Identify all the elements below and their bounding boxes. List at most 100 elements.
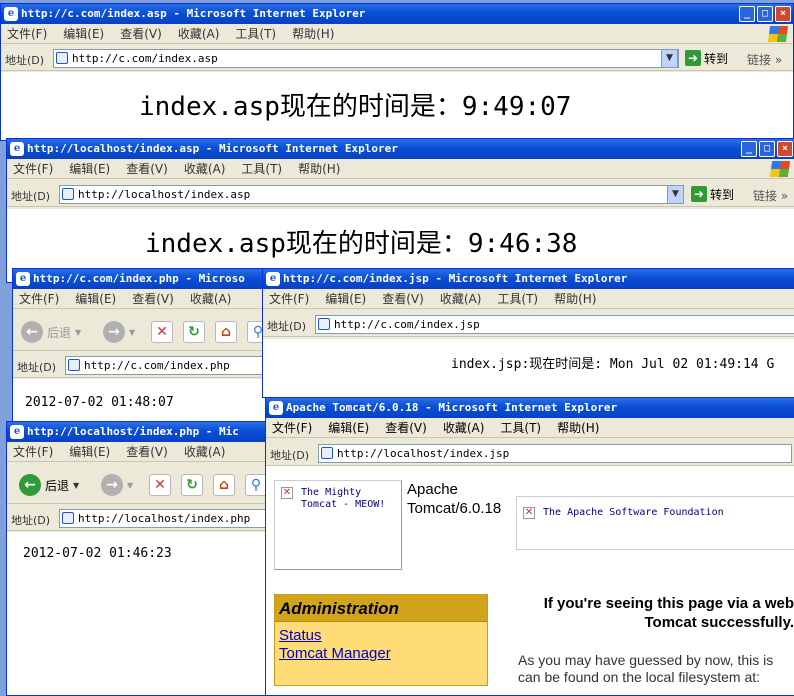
back-arrow-icon: ← bbox=[19, 474, 41, 496]
back-arrow-icon: ← bbox=[21, 321, 43, 343]
close-button[interactable]: × bbox=[775, 6, 791, 22]
title-bar[interactable]: e http://c.com/index.jsp - Microsoft Inte… bbox=[263, 269, 794, 289]
menu-favorites[interactable]: 收藏(A) bbox=[190, 292, 232, 306]
go-button[interactable]: ➜ 转到 bbox=[685, 50, 728, 68]
title-bar[interactable]: e http://localhost/index.php - Mic bbox=[7, 422, 269, 442]
forward-button[interactable]: → ▼ bbox=[101, 474, 133, 496]
address-label: 地址(D) bbox=[270, 449, 310, 462]
address-dropdown-button[interactable]: ▼ bbox=[667, 185, 684, 204]
menu-file[interactable]: 文件(F) bbox=[7, 27, 47, 41]
address-input[interactable]: http://c.com/index.php bbox=[65, 356, 271, 375]
stop-icon[interactable]: ✕ bbox=[149, 474, 171, 496]
back-button[interactable]: ← 后退 ▼ bbox=[21, 321, 81, 343]
search-icon[interactable]: ⚲ bbox=[245, 474, 267, 496]
links-label: 链接 bbox=[753, 189, 778, 203]
address-label: 地址(D) bbox=[11, 190, 51, 203]
title-bar[interactable]: e Apache Tomcat/6.0.18 - Microsoft Intern… bbox=[266, 398, 794, 418]
menu-favorites[interactable]: 收藏(A) bbox=[178, 27, 220, 41]
home-icon[interactable]: ⌂ bbox=[213, 474, 235, 496]
status-link[interactable]: Status bbox=[279, 627, 487, 645]
window-title: Apache Tomcat/6.0.18 - Microsoft Interne… bbox=[286, 401, 618, 414]
go-label: 转到 bbox=[704, 52, 729, 66]
page-icon bbox=[56, 52, 68, 64]
refresh-icon[interactable]: ↻ bbox=[183, 321, 205, 343]
close-button[interactable]: × bbox=[777, 141, 793, 157]
stop-icon[interactable]: ✕ bbox=[151, 321, 173, 343]
menu-view[interactable]: 查看(V) bbox=[126, 162, 168, 176]
address-url: http://c.com/index.php bbox=[84, 359, 230, 372]
menu-edit[interactable]: 编辑(E) bbox=[63, 27, 104, 41]
go-button[interactable]: ➜ 转到 bbox=[691, 186, 734, 204]
tomcat-heading: Apache Tomcat/6.0.18 bbox=[407, 481, 502, 517]
tomcat-logo-broken-image: ✕ The Mighty Tomcat - MEOW! bbox=[274, 480, 402, 570]
address-dropdown-button[interactable]: ▼ bbox=[661, 49, 678, 68]
page-icon bbox=[62, 188, 74, 200]
address-input[interactable]: http://c.com/index.asp bbox=[53, 49, 679, 68]
forward-button[interactable]: → ▼ bbox=[103, 321, 135, 343]
forward-arrow-icon: → bbox=[101, 474, 123, 496]
menu-tools[interactable]: 工具(T) bbox=[241, 162, 282, 176]
menu-edit[interactable]: 编辑(E) bbox=[75, 292, 116, 306]
menu-view[interactable]: 查看(V) bbox=[120, 27, 162, 41]
menu-favorites[interactable]: 收藏(A) bbox=[440, 292, 482, 306]
menu-edit[interactable]: 编辑(E) bbox=[69, 445, 110, 459]
menu-file[interactable]: 文件(F) bbox=[13, 445, 53, 459]
menu-file[interactable]: 文件(F) bbox=[269, 292, 309, 306]
tomcat-manager-link[interactable]: Tomcat Manager bbox=[279, 645, 487, 663]
title-bar[interactable]: e http://c.com/index.php - Microso bbox=[13, 269, 271, 289]
menu-bar: 文件(F) 编辑(E) 查看(V) 收藏(A) 工具(T) 帮助(H) bbox=[7, 159, 794, 179]
menu-favorites[interactable]: 收藏(A) bbox=[184, 445, 226, 459]
address-input[interactable]: http://c.com/index.jsp bbox=[315, 315, 794, 334]
menu-view[interactable]: 查看(V) bbox=[385, 421, 427, 435]
menu-view[interactable]: 查看(V) bbox=[132, 292, 174, 306]
menu-tools[interactable]: 工具(T) bbox=[500, 421, 541, 435]
address-input[interactable]: http://localhost/index.asp bbox=[59, 185, 681, 204]
menu-help[interactable]: 帮助(H) bbox=[557, 421, 599, 435]
menu-favorites[interactable]: 收藏(A) bbox=[184, 162, 226, 176]
menu-edit[interactable]: 编辑(E) bbox=[69, 162, 110, 176]
address-input[interactable]: http://localhost/index.jsp bbox=[318, 444, 792, 463]
go-arrow-icon: ➜ bbox=[691, 186, 707, 202]
minimize-button[interactable]: _ bbox=[739, 6, 755, 22]
toolbar: ← 后退 ▼ → ▼ ✕ ↻ ⌂ ⚲ bbox=[7, 466, 269, 504]
menu-help[interactable]: 帮助(H) bbox=[298, 162, 340, 176]
menu-help[interactable]: 帮助(H) bbox=[292, 27, 334, 41]
ie-icon: e bbox=[266, 272, 280, 286]
windows-logo-icon bbox=[767, 26, 789, 42]
menu-tools[interactable]: 工具(T) bbox=[235, 27, 276, 41]
menu-view[interactable]: 查看(V) bbox=[126, 445, 168, 459]
window-title: http://c.com/index.jsp - Microsoft Inter… bbox=[283, 272, 628, 285]
menu-tools[interactable]: 工具(T) bbox=[497, 292, 538, 306]
ie-window-c-jsp: e http://c.com/index.jsp - Microsoft Inte… bbox=[262, 268, 794, 398]
home-icon[interactable]: ⌂ bbox=[215, 321, 237, 343]
minimize-button[interactable]: _ bbox=[741, 141, 757, 157]
title-bar[interactable]: e http://c.com/index.asp - Microsoft Inte… bbox=[1, 4, 793, 24]
links-button[interactable]: 链接 » bbox=[753, 187, 788, 204]
back-label: 后退 bbox=[45, 478, 70, 493]
menu-file[interactable]: 文件(F) bbox=[19, 292, 59, 306]
maximize-button[interactable]: □ bbox=[757, 6, 773, 22]
page-content: 2012-07-02 01:48:07 bbox=[13, 379, 271, 427]
broken-image-icon: ✕ bbox=[523, 507, 535, 519]
ie-icon: e bbox=[269, 401, 283, 415]
window-title: http://localhost/index.php - Mic bbox=[27, 425, 239, 438]
refresh-icon[interactable]: ↻ bbox=[181, 474, 203, 496]
menu-file[interactable]: 文件(F) bbox=[272, 421, 312, 435]
address-url: http://c.com/index.jsp bbox=[334, 318, 480, 331]
menu-help[interactable]: 帮助(H) bbox=[554, 292, 596, 306]
address-input[interactable]: http://localhost/index.php bbox=[59, 509, 269, 528]
ie-window-c-asp: e http://c.com/index.asp - Microsoft Inte… bbox=[0, 3, 794, 141]
menu-edit[interactable]: 编辑(E) bbox=[328, 421, 369, 435]
page-content: ✕ The Mighty Tomcat - MEOW! Apache Tomca… bbox=[266, 466, 794, 695]
title-bar[interactable]: e http://localhost/index.asp - Microsoft … bbox=[7, 139, 794, 159]
menu-edit[interactable]: 编辑(E) bbox=[325, 292, 366, 306]
time-output: index.asp现在的时间是：9:49:07 bbox=[139, 92, 572, 122]
maximize-button[interactable]: □ bbox=[759, 141, 775, 157]
success-message: If you're seeing this page via a web Tom… bbox=[543, 595, 794, 631]
menu-favorites[interactable]: 收藏(A) bbox=[443, 421, 485, 435]
links-button[interactable]: 链接 » bbox=[747, 51, 782, 68]
menu-view[interactable]: 查看(V) bbox=[382, 292, 424, 306]
menu-file[interactable]: 文件(F) bbox=[13, 162, 53, 176]
back-button[interactable]: ← 后退 ▼ bbox=[19, 474, 79, 496]
apache-logo-alt-text: The Apache Software Foundation bbox=[543, 507, 724, 518]
